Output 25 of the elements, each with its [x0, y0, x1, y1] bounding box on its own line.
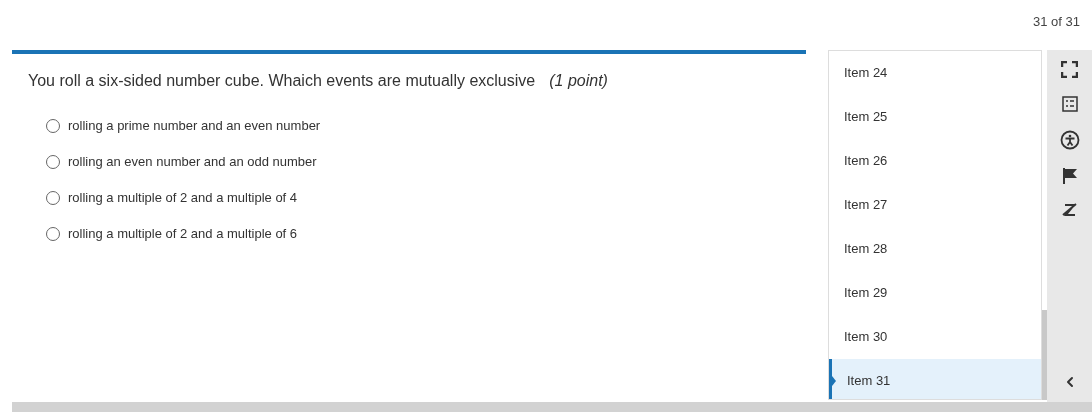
radio-button[interactable]	[46, 227, 60, 241]
answer-option[interactable]: rolling a multiple of 2 and a multiple of 6	[46, 224, 806, 244]
answer-option[interactable]: rolling a multiple of 2 and a multiple of 4	[46, 188, 806, 208]
answer-option[interactable]: rolling an even number and an odd number	[46, 152, 806, 172]
item-link[interactable]: Item 29	[829, 271, 1041, 315]
question-text: You roll a six-sided number cube. Whaich events are mutually exclusive	[28, 71, 536, 91]
item-link[interactable]: Item 25	[829, 95, 1041, 139]
accessibility-icon[interactable]	[1059, 130, 1080, 150]
points-label: (1 point)	[549, 71, 608, 91]
item-link[interactable]: Item 24	[829, 51, 1041, 95]
progress-counter: 31 of 31	[1033, 13, 1080, 31]
scrollbar-thumb[interactable]	[1042, 310, 1047, 400]
checklist-icon[interactable]	[1061, 96, 1078, 112]
bottom-scrollbar[interactable]	[12, 402, 1092, 412]
item-link[interactable]: Item 28	[829, 227, 1041, 271]
item-link[interactable]: Item 26	[829, 139, 1041, 183]
radio-button[interactable]	[46, 155, 60, 169]
answer-option[interactable]: rolling a prime number and an even number	[46, 116, 806, 136]
flag-icon[interactable]	[1061, 168, 1078, 184]
item-link[interactable]: Item 30	[829, 315, 1041, 359]
item-link[interactable]: Item 31	[829, 359, 1041, 399]
fullscreen-icon[interactable]	[1061, 61, 1078, 78]
radio-button[interactable]	[46, 191, 60, 205]
radio-button[interactable]	[46, 119, 60, 133]
item-link[interactable]: Item 27	[829, 183, 1041, 227]
